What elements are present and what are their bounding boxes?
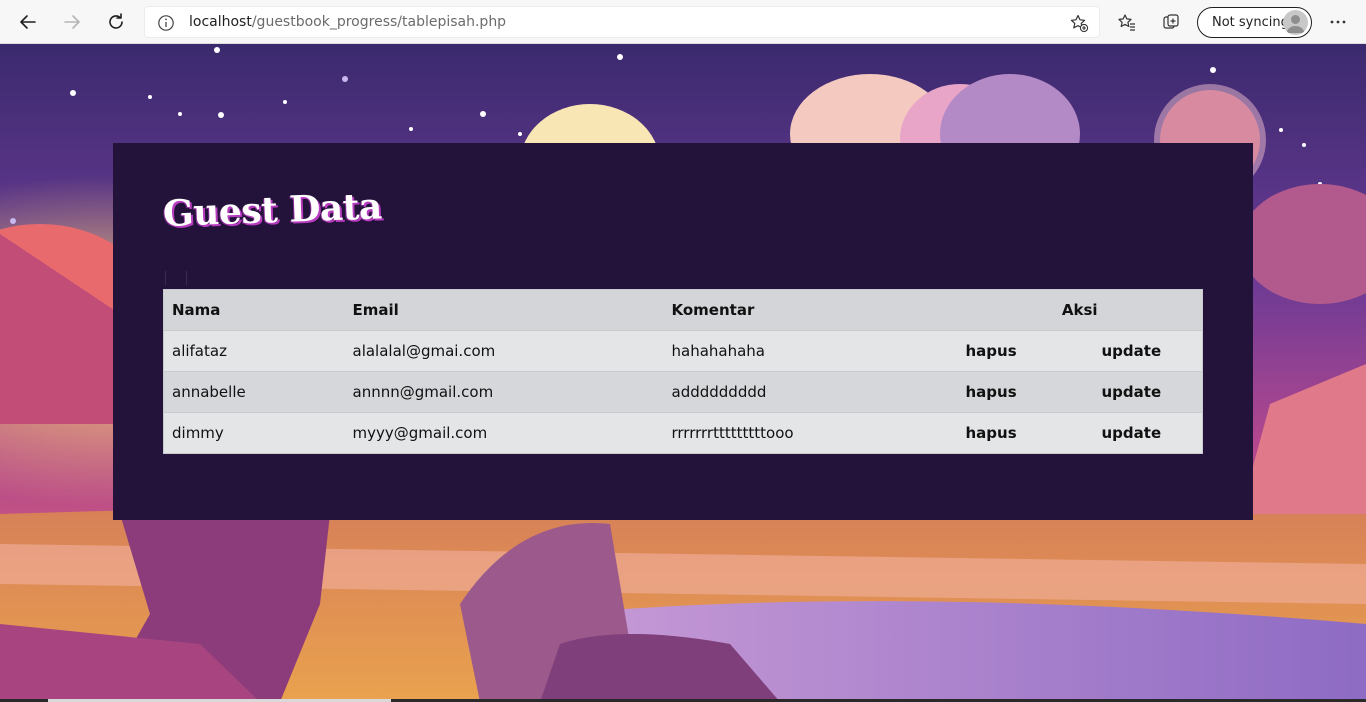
hapus-link[interactable]: hapus xyxy=(966,342,1017,360)
cell-nama: dimmy xyxy=(163,412,345,454)
cell-email: annnn@gmail.com xyxy=(344,371,664,413)
reload-button[interactable] xyxy=(101,7,131,37)
update-link[interactable]: update xyxy=(1102,383,1162,401)
update-link[interactable]: update xyxy=(1102,342,1162,360)
collections-button[interactable] xyxy=(1156,7,1186,37)
table-row: alifataz alalalal@gmai.com hahahahaha ha… xyxy=(163,330,1203,372)
cell-komentar: hahahahaha xyxy=(663,330,958,372)
favorites-button[interactable] xyxy=(1112,7,1142,37)
cell-email: myyy@gmail.com xyxy=(344,412,664,454)
forward-arrow-icon xyxy=(64,15,80,29)
collections-icon xyxy=(1163,14,1179,29)
cell-nama: alifataz xyxy=(163,330,345,372)
cell-update: update xyxy=(1093,330,1203,372)
cell-email: alalalal@gmai.com xyxy=(344,330,664,372)
table-row: dimmy myyy@gmail.com rrrrrrrtttttttttooo… xyxy=(163,412,1203,454)
url-text: localhost/guestbook_progress/tablepisah.… xyxy=(189,14,506,30)
table-row: annabelle annnn@gmail.com addddddddd hap… xyxy=(163,371,1203,413)
info-icon[interactable] xyxy=(157,14,175,32)
favorites-icon xyxy=(1118,14,1135,31)
page-title: Guest Data xyxy=(162,185,383,235)
cell-hapus: hapus xyxy=(957,330,1094,372)
update-link[interactable]: update xyxy=(1102,424,1162,442)
cell-komentar: addddddddd xyxy=(663,371,958,413)
separator-mark xyxy=(165,271,187,285)
cell-update: update xyxy=(1093,371,1203,413)
forward-button[interactable] xyxy=(57,7,87,37)
url-path: /guestbook_progress/tablepisah.php xyxy=(251,14,507,30)
header-komentar: Komentar xyxy=(663,289,958,331)
more-dots-icon xyxy=(1330,20,1346,24)
header-nama: Nama xyxy=(163,289,345,331)
hapus-link[interactable]: hapus xyxy=(966,424,1017,442)
profile-sync-button[interactable]: Not syncing xyxy=(1197,7,1312,38)
guest-data-card: Guest Data Nama Email Komentar Aksi alif… xyxy=(113,143,1253,520)
cell-hapus: hapus xyxy=(957,412,1094,454)
header-aksi: Aksi xyxy=(957,289,1203,331)
address-bar[interactable]: localhost/guestbook_progress/tablepisah.… xyxy=(144,6,1100,38)
header-email: Email xyxy=(344,289,664,331)
cell-komentar: rrrrrrrtttttttttooo xyxy=(663,412,958,454)
hapus-link[interactable]: hapus xyxy=(966,383,1017,401)
url-host: localhost xyxy=(189,14,252,30)
browser-toolbar: localhost/guestbook_progress/tablepisah.… xyxy=(0,0,1366,44)
settings-more-button[interactable] xyxy=(1323,7,1353,37)
reload-icon xyxy=(109,13,123,29)
cell-update: update xyxy=(1093,412,1203,454)
cell-hapus: hapus xyxy=(957,371,1094,413)
table-header-row: Nama Email Komentar Aksi xyxy=(163,289,1203,331)
add-favorite-icon[interactable] xyxy=(1069,13,1089,33)
back-arrow-icon xyxy=(20,15,36,29)
sync-status-label: Not syncing xyxy=(1212,15,1289,30)
avatar-icon xyxy=(1283,10,1308,35)
guest-table: Nama Email Komentar Aksi alifataz alalal… xyxy=(163,289,1203,454)
cell-nama: annabelle xyxy=(163,371,345,413)
back-button[interactable] xyxy=(13,7,43,37)
